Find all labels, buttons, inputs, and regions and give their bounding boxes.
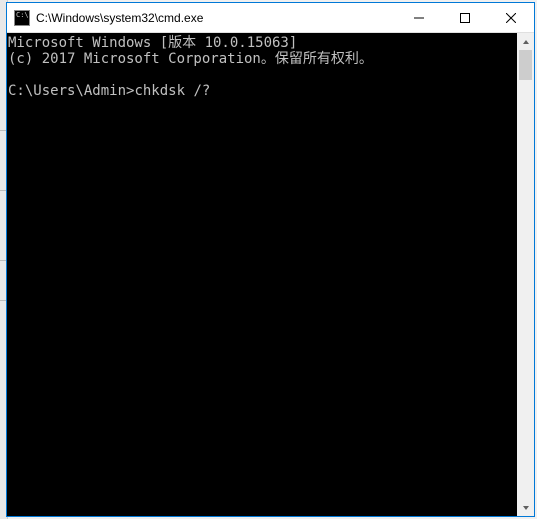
scroll-track[interactable]	[517, 50, 534, 499]
scroll-up-button[interactable]	[517, 33, 534, 50]
scroll-thumb[interactable]	[519, 50, 532, 80]
cmd-icon	[14, 10, 30, 26]
console-area: Microsoft Windows [版本 10.0.15063] (c) 20…	[7, 33, 534, 516]
cmd-window: C:\Windows\system32\cmd.exe Microsoft Wi…	[6, 2, 535, 517]
window-title: C:\Windows\system32\cmd.exe	[36, 11, 396, 25]
prompt: C:\Users\Admin>	[8, 83, 134, 99]
window-controls	[396, 3, 534, 32]
scroll-down-button[interactable]	[517, 499, 534, 516]
console-output[interactable]: Microsoft Windows [版本 10.0.15063] (c) 20…	[7, 33, 517, 516]
minimize-button[interactable]	[396, 3, 442, 32]
vertical-scrollbar[interactable]	[517, 33, 534, 516]
titlebar[interactable]: C:\Windows\system32\cmd.exe	[7, 3, 534, 33]
maximize-button[interactable]	[442, 3, 488, 32]
close-button[interactable]	[488, 3, 534, 32]
console-line: Microsoft Windows [版本 10.0.15063]	[8, 35, 297, 51]
typed-command: chkdsk /?	[134, 83, 210, 99]
console-line: (c) 2017 Microsoft Corporation。保留所有权利。	[8, 51, 373, 67]
